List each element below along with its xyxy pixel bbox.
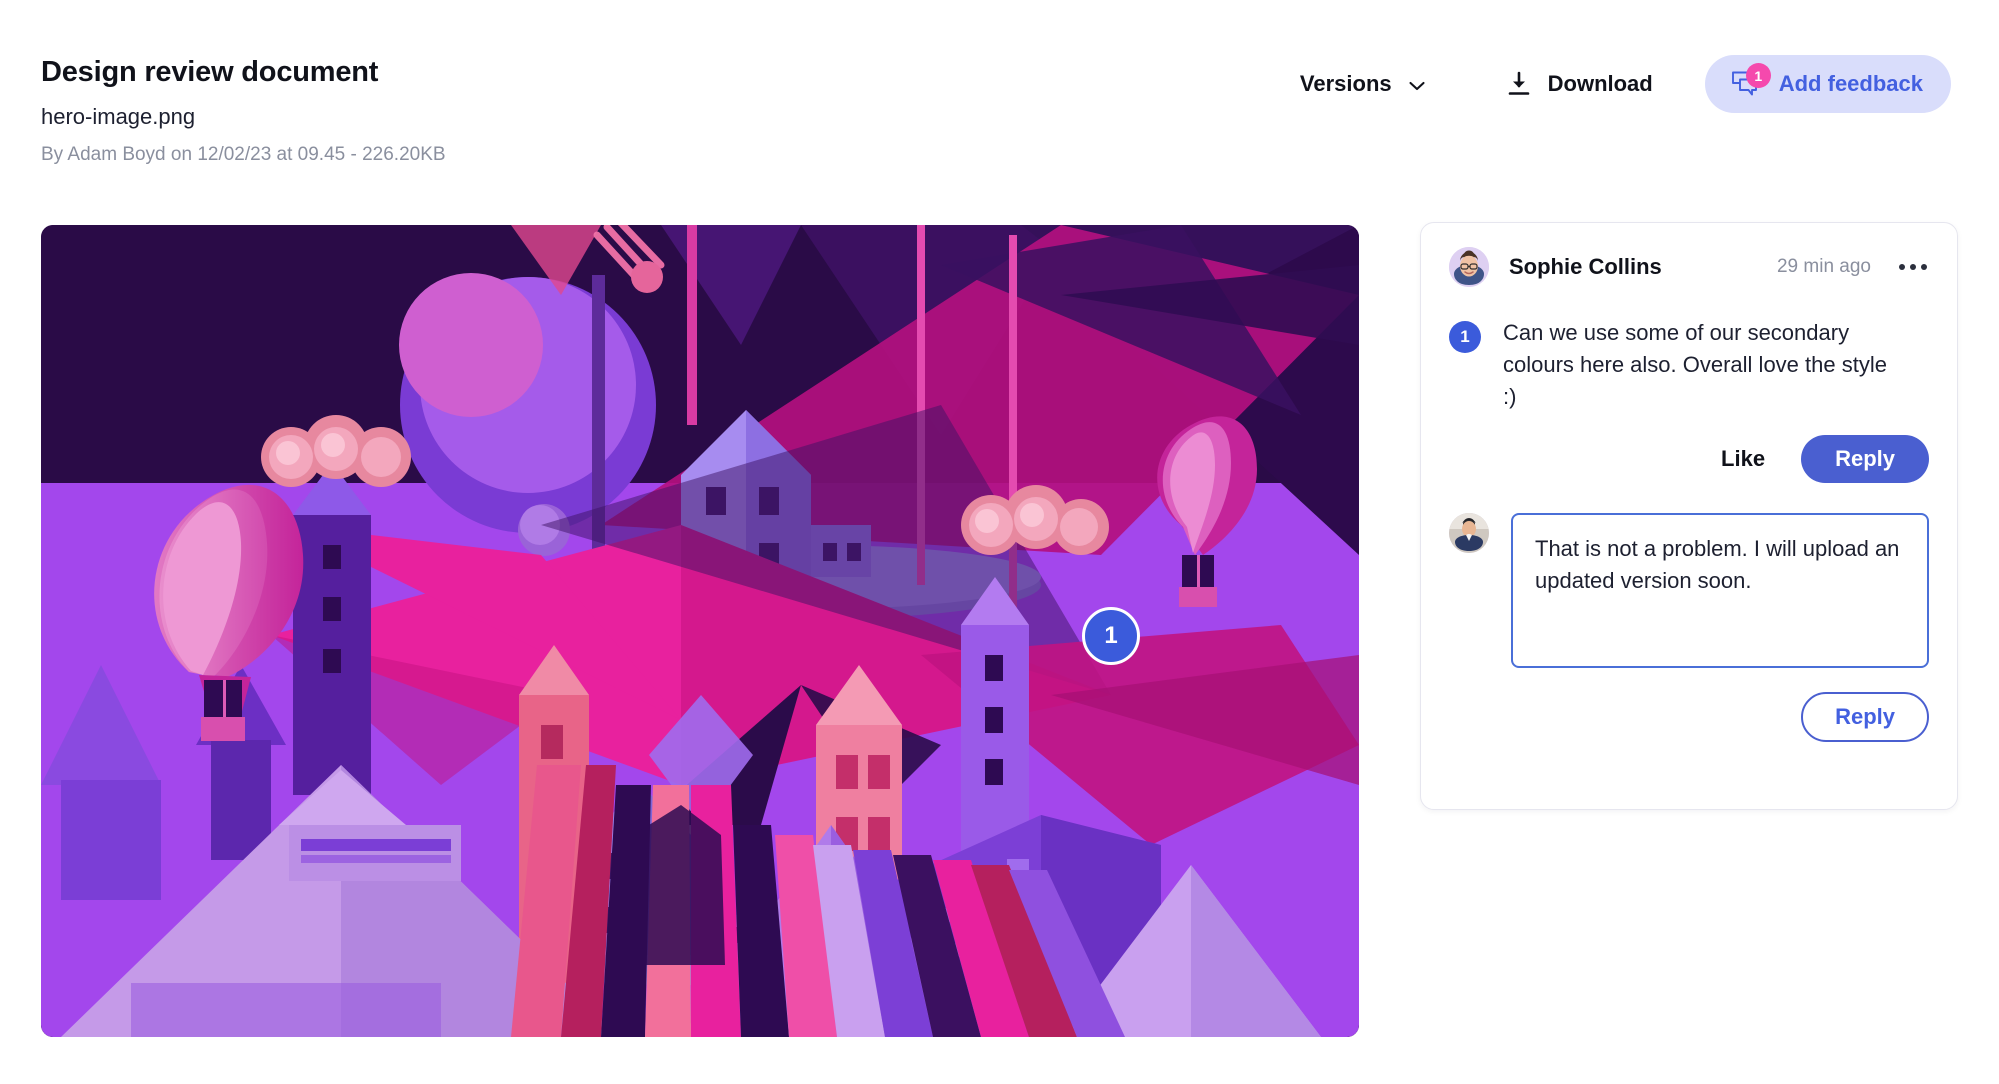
add-feedback-button[interactable]: 1 Add feedback <box>1704 55 1951 113</box>
like-button[interactable]: Like <box>1707 436 1779 482</box>
image-annotation-pin-1[interactable]: 1 <box>1082 607 1140 665</box>
comment-panel: Sophie Collins 29 min ago 1 Can we use s… <box>1420 222 1958 810</box>
image-viewer[interactable]: 1 100% <box>41 225 1359 1037</box>
header-actions: Versions Download 1 Add feedback <box>1296 55 1951 113</box>
hero-illustration <box>41 225 1359 1037</box>
page-title: Design review document <box>41 56 379 88</box>
feedback-count-badge: 1 <box>1745 63 1771 88</box>
reply-actions: Reply <box>1449 692 1929 742</box>
download-icon <box>1505 70 1533 98</box>
comment-author: Sophie Collins <box>1509 254 1662 279</box>
download-button[interactable]: Download <box>1501 60 1657 108</box>
comment-more-options-icon[interactable] <box>1897 258 1929 276</box>
versions-dropdown[interactable]: Versions <box>1296 61 1429 107</box>
comment-number-badge: 1 <box>1449 321 1481 353</box>
chevron-down-icon <box>1409 79 1425 91</box>
comment-body: 1 Can we use some of our secondary colou… <box>1449 317 1929 413</box>
download-label: Download <box>1547 71 1653 96</box>
comment-bubbles-icon: 1 <box>1731 63 1771 99</box>
comment-timestamp: 29 min ago <box>1776 256 1871 277</box>
add-feedback-label: Add feedback <box>1778 71 1923 96</box>
reply-row: That is not a problem. I will upload an … <box>1449 513 1929 668</box>
reply-textarea[interactable]: That is not a problem. I will upload an … <box>1511 513 1929 668</box>
avatar-current-user <box>1449 513 1489 553</box>
page-root: Design review document hero-image.png By… <box>0 0 1999 1084</box>
avatar-sophie-collins <box>1449 247 1489 287</box>
comment-header: Sophie Collins 29 min ago <box>1449 247 1929 287</box>
reply-button-primary[interactable]: Reply <box>1801 435 1929 483</box>
comment-actions: Like Reply <box>1449 435 1929 483</box>
page-header: Design review document hero-image.png By… <box>0 0 1999 215</box>
versions-label: Versions <box>1299 71 1392 96</box>
title-block: Design review document hero-image.png By… <box>41 55 446 167</box>
file-name: hero-image.png <box>41 104 196 129</box>
reply-submit-button[interactable]: Reply <box>1801 692 1929 742</box>
file-metadata: By Adam Boyd on 12/02/23 at 09.45 - 226.… <box>41 144 446 165</box>
comment-text: Can we use some of our secondary colours… <box>1503 320 1887 409</box>
